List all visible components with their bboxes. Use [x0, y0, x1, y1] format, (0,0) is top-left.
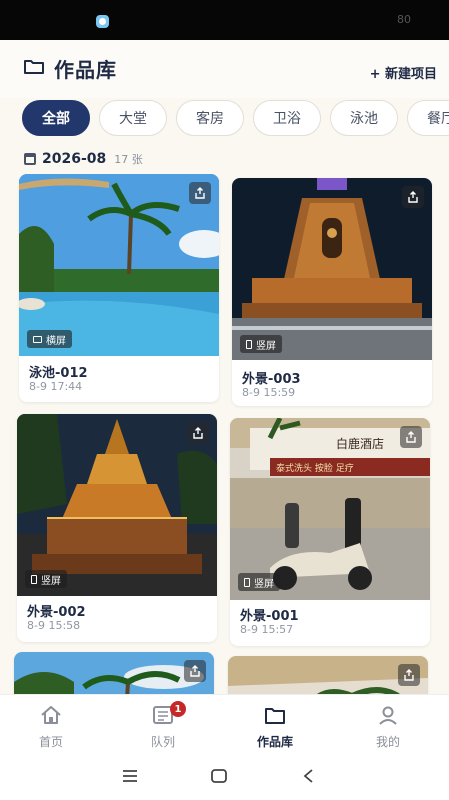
shop-sign: 泰式洗头 按脸 足疗 — [276, 462, 354, 474]
work-name: 泳池-012 — [29, 366, 88, 381]
nav-label: 我的 — [375, 735, 400, 749]
home-button-icon[interactable] — [210, 768, 228, 788]
nav-item-profile[interactable]: 我的 — [343, 695, 433, 757]
portrait-icon — [244, 577, 250, 587]
share-icon[interactable] — [187, 422, 209, 444]
calendar-icon — [24, 153, 36, 165]
portrait-icon — [31, 574, 37, 584]
orientation-label: 竖屏 — [254, 578, 274, 590]
work-card[interactable]: 竖屏 外景-003 8-9 15:59 — [232, 178, 432, 406]
orientation-label: 竖屏 — [41, 575, 61, 587]
folder-icon — [265, 708, 285, 724]
filter-chip-lobby[interactable]: 大堂 — [99, 100, 167, 136]
date-section-header: 2026-08 17 张 — [24, 150, 143, 168]
section-count: 17 张 — [114, 153, 143, 166]
work-card[interactable]: 横屏 泳池-012 8-9 17:44 — [19, 174, 219, 402]
work-time: 8-9 17:44 — [29, 380, 83, 393]
profile-icon — [379, 706, 397, 725]
work-name: 外景-001 — [240, 609, 299, 624]
work-name: 外景-002 — [27, 605, 86, 620]
work-card[interactable] — [14, 652, 214, 694]
orientation-label: 竖屏 — [256, 340, 276, 352]
nav-label: 首页 — [38, 735, 63, 749]
filter-chip-restaurant[interactable]: 餐厅 — [407, 100, 449, 136]
work-card[interactable]: 竖屏 外景-002 8-9 15:58 — [17, 414, 217, 642]
work-card[interactable] — [228, 656, 428, 694]
menu-icon[interactable] — [121, 768, 139, 788]
back-icon[interactable] — [300, 768, 318, 788]
filter-chip-bar: 全部 大堂 客房 卫浴 泳池 餐厅 — [0, 100, 449, 140]
work-name: 外景-003 — [242, 372, 301, 387]
share-icon[interactable] — [400, 426, 422, 448]
orientation-label: 横屏 — [46, 335, 66, 347]
share-icon[interactable] — [398, 664, 420, 686]
orientation-badge: 竖屏 — [238, 573, 280, 591]
filter-chip-bathroom[interactable]: 卫浴 — [253, 100, 321, 136]
nav-item-home[interactable]: 首页 — [6, 695, 96, 757]
work-time: 8-9 15:57 — [240, 623, 294, 636]
nav-item-queue[interactable]: 1 队列 — [118, 695, 208, 757]
nav-label: 作品库 — [256, 735, 293, 749]
filter-chip-room[interactable]: 客房 — [176, 100, 244, 136]
page-title: 作品库 — [54, 58, 117, 82]
orientation-badge: 横屏 — [27, 330, 72, 348]
orientation-badge: 竖屏 — [25, 570, 67, 588]
app-status-icon — [96, 15, 109, 28]
work-time: 8-9 15:59 — [242, 386, 296, 399]
share-icon[interactable] — [189, 182, 211, 204]
section-date: 2026-08 — [42, 151, 107, 167]
bottom-nav: 首页 1 队列 作品库 我的 — [0, 694, 449, 756]
status-bar: 80 — [0, 0, 449, 40]
new-project-button[interactable]: + 新建项目 — [370, 63, 437, 82]
landscape-icon — [33, 335, 42, 343]
work-card[interactable]: 白鹿酒店 泰式洗头 按脸 足疗 竖屏 外景-001 8-9 15:57 — [230, 418, 430, 646]
share-icon[interactable] — [184, 660, 206, 682]
filter-chip-pool[interactable]: 泳池 — [330, 100, 398, 136]
orientation-badge: 竖屏 — [240, 335, 282, 353]
home-icon — [41, 706, 61, 724]
status-text: 80 — [397, 13, 411, 26]
nav-label: 队列 — [150, 735, 175, 749]
filter-chip-all[interactable]: 全部 — [22, 100, 90, 136]
queue-badge: 1 — [170, 701, 186, 717]
nav-item-library[interactable]: 作品库 — [230, 695, 320, 757]
hotel-sign: 白鹿酒店 — [336, 436, 384, 451]
portrait-icon — [246, 339, 252, 349]
works-grid: 横屏 泳池-012 8-9 17:44 竖屏 外景-003 8-9 15:59 — [0, 174, 449, 694]
system-nav-bar — [0, 756, 449, 800]
folder-icon — [24, 60, 44, 74]
share-icon[interactable] — [402, 186, 424, 208]
work-time: 8-9 15:58 — [27, 619, 81, 632]
